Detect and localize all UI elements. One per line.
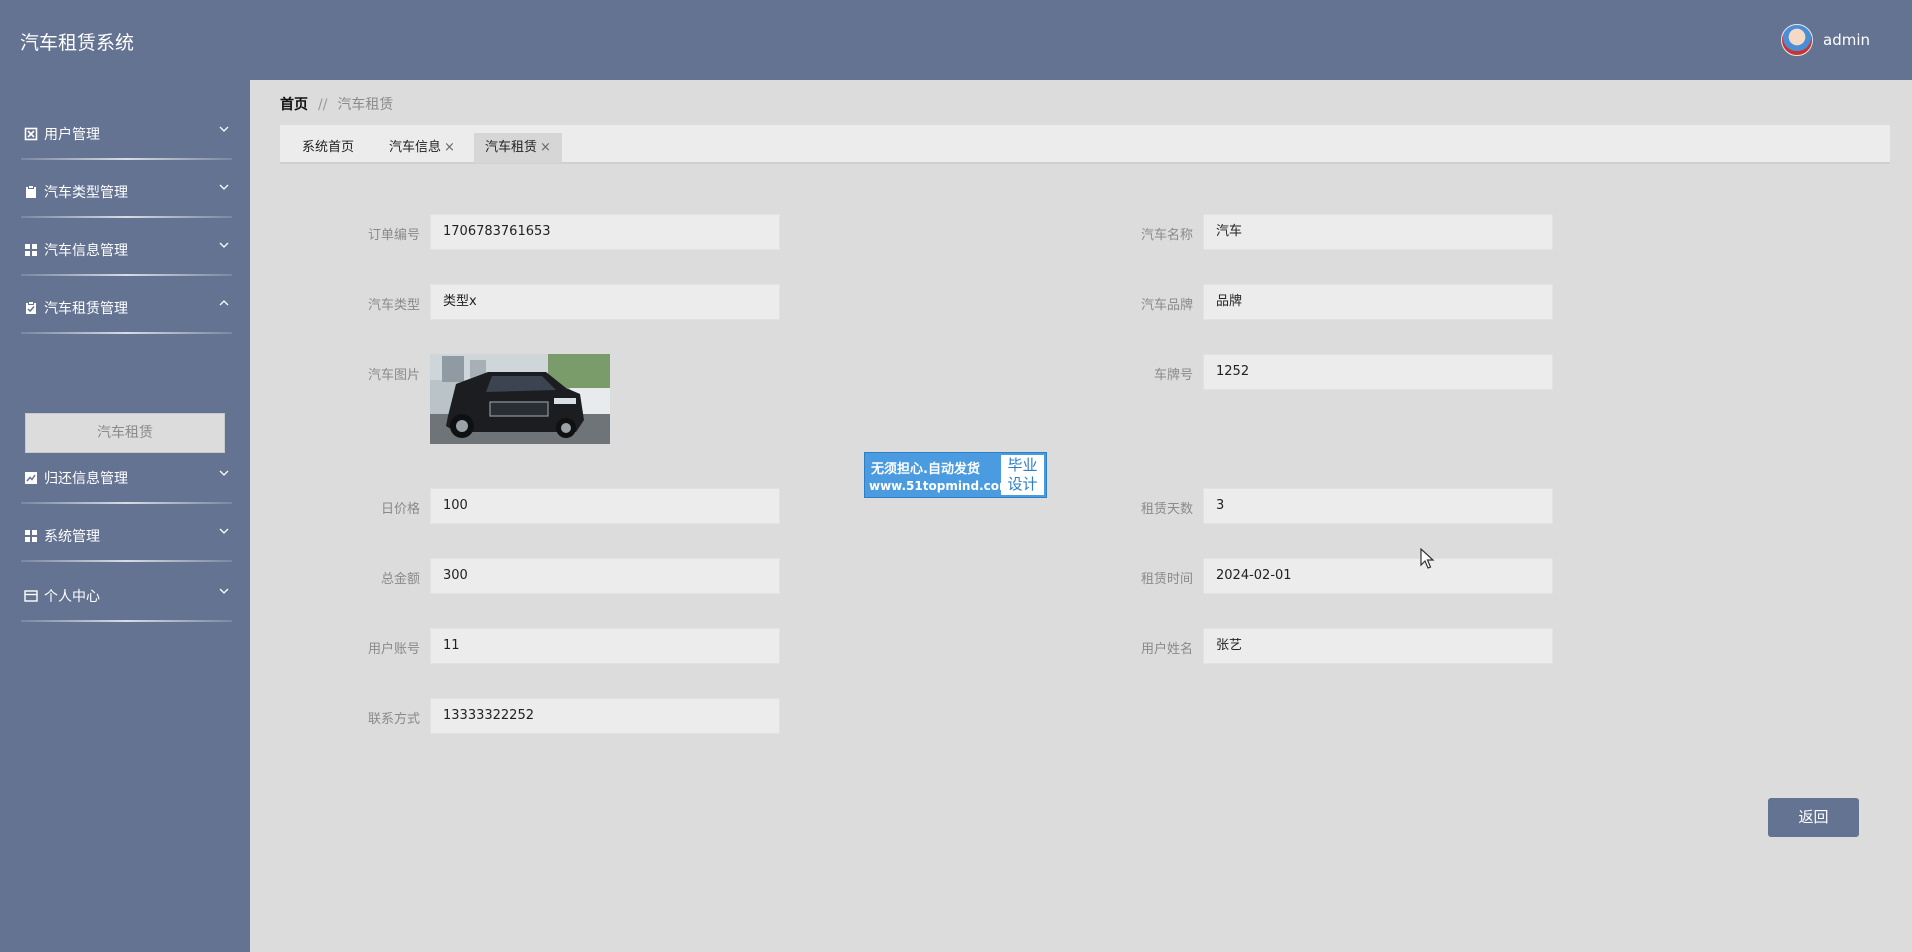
car-name-label: 汽车名称	[1140, 228, 1193, 243]
total-amount-field[interactable]: 300	[430, 558, 780, 594]
user-name-label: 用户姓名	[1140, 642, 1193, 657]
clipboard-icon	[26, 185, 36, 198]
car-type-label: 汽车类型	[367, 298, 420, 313]
watermark-line-2: www.51topmind.com	[869, 479, 1012, 493]
watermark-seal-line-2: 设计	[1007, 475, 1038, 493]
grid-icon	[25, 244, 37, 256]
breadcrumb-current: 汽车租赁	[337, 97, 394, 113]
sidebar-item-user-management[interactable]: 用户管理	[21, 102, 232, 160]
chevron-down-icon	[219, 184, 229, 190]
watermark-line-1: 无须担心.自动发货	[871, 462, 980, 477]
chevron-down-icon	[219, 470, 229, 476]
car-brand-field[interactable]: 品牌	[1203, 284, 1553, 320]
mouse-cursor-icon	[1420, 548, 1435, 569]
breadcrumb-separator: //	[318, 97, 328, 113]
chevron-down-icon	[219, 588, 229, 594]
menu-divider	[21, 620, 232, 622]
watermark-badge: 无须担心.自动发货 www.51topmind.com 毕业 设计	[864, 452, 1047, 498]
sidebar-item-return-management[interactable]: 归还信息管理	[21, 446, 232, 504]
order-no-field[interactable]: 1706783761653	[430, 214, 780, 250]
sidebar-item-personal-center[interactable]: 个人中心	[21, 564, 232, 622]
daily-price-label: 日价格	[380, 502, 420, 517]
menu-divider	[21, 560, 232, 562]
user-menu[interactable]: admin	[1781, 24, 1870, 56]
sidebar-item-system-management[interactable]: 系统管理	[21, 504, 232, 562]
tab-label: 汽车信息	[389, 140, 442, 155]
tab-label: 系统首页	[302, 140, 355, 155]
watermark-seal: 毕业 设计	[1001, 455, 1044, 495]
rent-days-field[interactable]: 3	[1203, 488, 1553, 524]
car-type-field[interactable]: 类型x	[430, 284, 780, 320]
daily-price-field[interactable]: 100	[430, 488, 780, 524]
card-icon	[24, 590, 38, 602]
sidebar-item-label: 汽车类型管理	[44, 185, 128, 201]
sidebar-item-car-rental-management[interactable]: 汽车租赁管理	[21, 276, 232, 334]
sidebar-item-car-info-management[interactable]: 汽车信息管理	[21, 218, 232, 276]
chevron-down-icon	[219, 126, 229, 132]
sidebar-item-label: 用户管理	[44, 127, 100, 143]
close-icon[interactable]: ×	[540, 140, 551, 155]
car-name-field[interactable]: 汽车	[1203, 214, 1553, 250]
tab-label: 汽车租赁	[485, 140, 538, 155]
total-amount-label: 总金额	[380, 572, 420, 587]
plate-no-field[interactable]: 1252	[1203, 354, 1553, 390]
tabs-bar: 系统首页 汽车信息 × 汽车租赁 ×	[280, 125, 1890, 164]
plate-no-label: 车牌号	[1153, 368, 1193, 383]
user-manage-icon	[24, 127, 38, 141]
grid-icon	[25, 530, 37, 542]
tab-car-info[interactable]: 汽车信息 ×	[378, 133, 466, 163]
chevron-up-icon	[219, 300, 229, 306]
chart-icon	[25, 472, 37, 484]
watermark-text: 无须担心.自动发货 www.51topmind.com	[865, 453, 1012, 497]
tab-system-home[interactable]: 系统首页	[291, 133, 365, 163]
breadcrumb: 首页 // 汽车租赁	[280, 94, 393, 114]
car-brand-label: 汽车品牌	[1140, 298, 1193, 313]
tab-car-rental[interactable]: 汽车租赁 ×	[474, 133, 562, 163]
contact-field[interactable]: 13333322252	[430, 698, 780, 734]
sidebar-item-car-type-management[interactable]: 汽车类型管理	[21, 160, 232, 218]
chevron-down-icon	[219, 242, 229, 248]
app-title: 汽车租赁系统	[20, 32, 135, 54]
sidebar-item-label: 汽车信息管理	[44, 243, 128, 259]
sidebar-item-label: 个人中心	[44, 589, 100, 605]
user-account-field[interactable]: 11	[430, 628, 780, 664]
car-image-label: 汽车图片	[367, 368, 420, 383]
breadcrumb-home[interactable]: 首页	[280, 97, 308, 113]
chevron-down-icon	[219, 528, 229, 534]
clipboard-check-icon	[26, 301, 36, 314]
rent-days-label: 租赁天数	[1140, 502, 1193, 517]
order-no-label: 订单编号	[367, 228, 420, 243]
rent-time-label: 租赁时间	[1140, 572, 1193, 587]
sidebar: 用户管理 汽车类型管理 汽车信息管理 汽车租赁管理 汽车租赁 归还信息管理 系统…	[0, 80, 250, 952]
watermark-seal-line-1: 毕业	[1007, 456, 1038, 474]
sidebar-item-label: 归还信息管理	[44, 471, 128, 487]
sidebar-item-label: 系统管理	[44, 529, 100, 545]
avatar[interactable]	[1781, 24, 1813, 56]
username[interactable]: admin	[1823, 31, 1870, 49]
rent-time-field[interactable]: 2024-02-01	[1203, 558, 1553, 594]
close-icon[interactable]: ×	[444, 140, 455, 155]
user-account-label: 用户账号	[367, 642, 420, 657]
back-button[interactable]: 返回	[1768, 798, 1859, 837]
contact-label: 联系方式	[367, 712, 420, 727]
user-name-field[interactable]: 张艺	[1203, 628, 1553, 664]
top-header: 汽车租赁系统 admin	[0, 0, 1912, 80]
car-photo	[430, 354, 610, 444]
menu-divider	[21, 332, 232, 334]
sidebar-item-label: 汽车租赁管理	[44, 301, 128, 317]
